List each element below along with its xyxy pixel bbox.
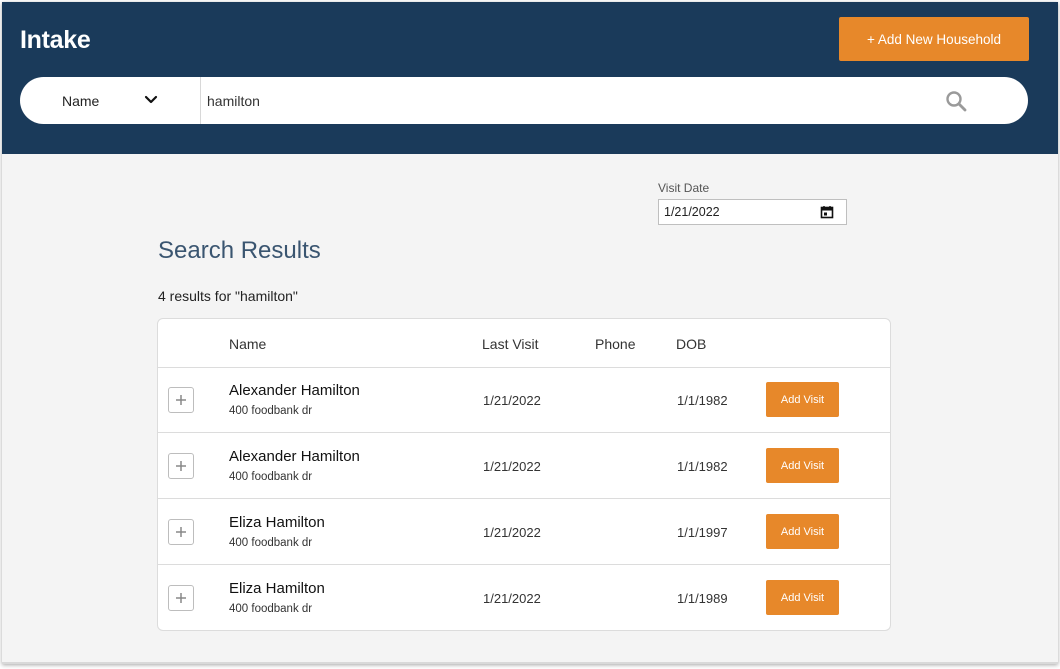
search-bar: Name	[20, 77, 1028, 124]
plus-icon	[176, 395, 186, 405]
dob-value: 1/1/1989	[677, 591, 728, 606]
household-name: Eliza Hamilton	[229, 580, 325, 597]
last-visit-value: 1/21/2022	[483, 591, 541, 606]
table-row: Alexander Hamilton 400 foodbank dr 1/21/…	[158, 367, 890, 433]
visit-date-field[interactable]: 1/21/2022	[658, 199, 847, 225]
column-header-phone: Phone	[595, 336, 636, 352]
visit-date-value: 1/21/2022	[664, 205, 720, 219]
household-name: Alexander Hamilton	[229, 382, 360, 399]
expand-row-button[interactable]	[168, 387, 194, 413]
search-type-dropdown[interactable]: Name	[20, 77, 201, 124]
household-address: 400 foodbank dr	[229, 537, 313, 549]
dob-value: 1/1/1982	[677, 459, 728, 474]
app-window: Intake + Add New Household Name Visit Da…	[2, 2, 1058, 664]
search-icon[interactable]	[944, 89, 968, 113]
household-name: Eliza Hamilton	[229, 514, 325, 531]
add-visit-button[interactable]: Add Visit	[766, 514, 839, 549]
column-header-name: Name	[229, 336, 267, 352]
expand-row-button[interactable]	[168, 453, 194, 479]
search-type-label: Name	[62, 92, 100, 109]
dob-value: 1/1/1997	[677, 525, 728, 540]
search-results-heading: Search Results	[158, 237, 321, 264]
chevron-down-icon	[144, 95, 158, 104]
results-table: Name Last Visit Phone DOB Alexander Hami…	[157, 318, 891, 631]
visit-date-label: Visit Date	[658, 181, 710, 195]
last-visit-value: 1/21/2022	[483, 393, 541, 408]
plus-icon	[176, 593, 186, 603]
table-header: Name Last Visit Phone DOB	[158, 319, 890, 368]
add-visit-button[interactable]: Add Visit	[766, 382, 839, 417]
household-address: 400 foodbank dr	[229, 405, 313, 417]
dob-value: 1/1/1982	[677, 393, 728, 408]
calendar-icon[interactable]	[820, 205, 834, 219]
column-header-dob: DOB	[676, 336, 707, 352]
expand-row-button[interactable]	[168, 519, 194, 545]
household-address: 400 foodbank dr	[229, 603, 313, 615]
last-visit-value: 1/21/2022	[483, 459, 541, 474]
table-row: Eliza Hamilton 400 foodbank dr 1/21/2022…	[158, 565, 890, 630]
last-visit-value: 1/21/2022	[483, 525, 541, 540]
plus-icon	[176, 461, 186, 471]
expand-row-button[interactable]	[168, 585, 194, 611]
divider	[2, 662, 1058, 664]
table-row: Alexander Hamilton 400 foodbank dr 1/21/…	[158, 433, 890, 499]
search-input[interactable]	[201, 77, 944, 124]
add-new-household-button[interactable]: + Add New Household	[839, 17, 1029, 61]
header: Intake + Add New Household Name	[2, 2, 1058, 154]
column-header-last-visit: Last Visit	[482, 336, 539, 352]
add-visit-button[interactable]: Add Visit	[766, 580, 839, 615]
page-title: Intake	[20, 26, 91, 54]
table-row: Eliza Hamilton 400 foodbank dr 1/21/2022…	[158, 499, 890, 565]
add-visit-button[interactable]: Add Visit	[766, 448, 839, 483]
household-address: 400 foodbank dr	[229, 471, 313, 483]
results-count: 4 results for "hamilton"	[158, 288, 298, 304]
household-name: Alexander Hamilton	[229, 448, 360, 465]
plus-icon	[176, 527, 186, 537]
